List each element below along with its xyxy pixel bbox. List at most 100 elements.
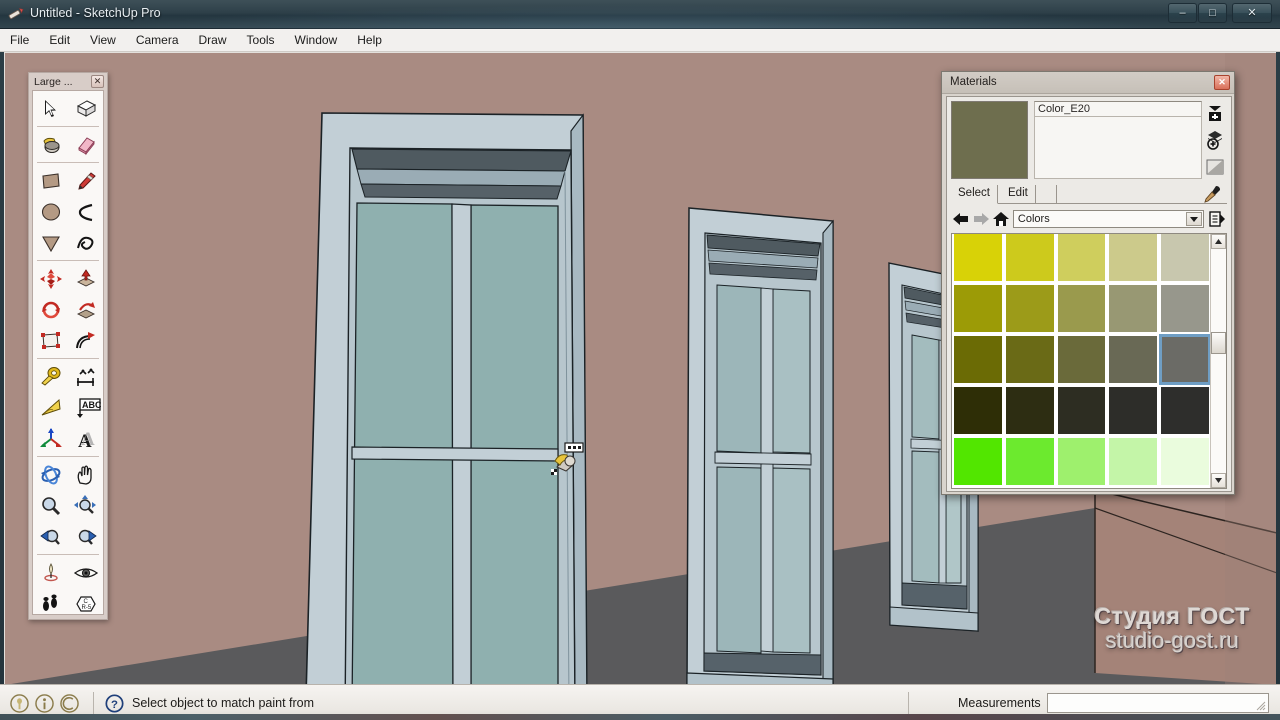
material-swatch[interactable]	[952, 385, 1004, 436]
next-view-tool[interactable]	[68, 521, 103, 552]
scale-tool[interactable]	[33, 325, 68, 356]
material-swatch[interactable]	[1055, 385, 1108, 436]
orbit-tool[interactable]	[33, 459, 68, 490]
home-icon[interactable]	[991, 208, 1011, 230]
current-material-swatch[interactable]	[951, 101, 1028, 179]
material-swatch[interactable]	[1003, 436, 1056, 487]
material-swatch[interactable]	[952, 334, 1004, 385]
followme-tool[interactable]	[68, 294, 103, 325]
material-swatch[interactable]	[1003, 487, 1056, 488]
material-swatch[interactable]	[952, 283, 1004, 334]
material-swatch[interactable]	[1107, 385, 1160, 436]
resize-grip-icon[interactable]	[1256, 701, 1266, 711]
help-question-icon[interactable]: ?	[105, 694, 124, 713]
pushpull-tool[interactable]	[68, 263, 103, 294]
eyedropper-icon[interactable]	[1201, 183, 1225, 205]
google-account-icon[interactable]	[10, 694, 29, 713]
paint-bucket-tool[interactable]	[33, 129, 68, 160]
protractor-tool[interactable]	[33, 392, 68, 423]
maximize-button[interactable]: □	[1198, 3, 1227, 23]
freehand-tool[interactable]	[68, 227, 103, 258]
minimize-button[interactable]: –	[1168, 3, 1197, 23]
material-swatch[interactable]	[1159, 234, 1211, 283]
material-swatch[interactable]	[1159, 487, 1211, 488]
material-swatch[interactable]	[1055, 283, 1108, 334]
material-swatch[interactable]	[952, 234, 1004, 283]
menu-window[interactable]: Window	[286, 31, 347, 49]
credits-icon[interactable]	[60, 694, 79, 713]
material-swatch[interactable]	[1055, 234, 1108, 283]
swatch-grid-scrollbar[interactable]	[1210, 234, 1226, 488]
material-swatch[interactable]	[1055, 487, 1108, 488]
arrow-right-icon[interactable]	[971, 208, 991, 230]
material-swatch[interactable]	[1107, 283, 1160, 334]
measurements-input[interactable]	[1047, 693, 1269, 713]
set-to-paint-default-icon[interactable]	[1203, 128, 1227, 152]
menu-draw[interactable]: Draw	[190, 31, 236, 49]
material-swatch[interactable]	[1107, 436, 1160, 487]
scrollbar-thumb[interactable]	[1211, 332, 1226, 354]
material-swatch[interactable]	[1159, 334, 1211, 385]
material-swatch[interactable]	[952, 436, 1004, 487]
line-tool[interactable]	[68, 165, 103, 196]
text-tool[interactable]: ABC	[68, 392, 103, 423]
material-name-input[interactable]: Color_E20	[1034, 101, 1202, 117]
tab-select[interactable]: Select	[951, 185, 998, 204]
menu-tools[interactable]: Tools	[238, 31, 284, 49]
info-icon[interactable]	[35, 694, 54, 713]
material-swatch[interactable]	[1107, 234, 1160, 283]
materials-dialog[interactable]: Materials ✕ Color_E20 Select Edit Colors	[941, 71, 1235, 495]
close-button[interactable]: ✕	[1232, 3, 1272, 23]
move-tool[interactable]	[33, 263, 68, 294]
scroll-up-icon[interactable]	[1211, 234, 1226, 249]
circle-tool[interactable]	[33, 196, 68, 227]
position-camera-tool[interactable]	[33, 557, 68, 588]
material-swatch[interactable]	[1159, 385, 1211, 436]
material-swatch[interactable]	[1003, 385, 1056, 436]
menu-edit[interactable]: Edit	[40, 31, 79, 49]
material-swatch[interactable]	[1159, 436, 1211, 487]
tape-measure-tool[interactable]	[33, 361, 68, 392]
menu-file[interactable]: File	[1, 31, 38, 49]
zoom-extents-tool[interactable]	[68, 490, 103, 521]
menu-view[interactable]: View	[81, 31, 125, 49]
offset-tool[interactable]	[68, 325, 103, 356]
scroll-down-icon[interactable]	[1211, 473, 1226, 488]
display-secondary-selection-icon[interactable]	[1203, 155, 1227, 179]
material-swatch[interactable]	[1003, 234, 1056, 283]
material-swatch[interactable]	[1159, 283, 1211, 334]
material-swatch[interactable]	[1107, 487, 1160, 488]
materials-close-button[interactable]: ✕	[1214, 75, 1230, 90]
menu-help[interactable]: Help	[348, 31, 391, 49]
3d-text-tool[interactable]: A A	[68, 423, 103, 454]
chevron-down-icon[interactable]	[1186, 212, 1203, 226]
polygon-tool[interactable]	[33, 227, 68, 258]
walk-tool[interactable]	[33, 588, 68, 619]
axes-tool[interactable]	[33, 423, 68, 454]
make-component-tool[interactable]	[68, 93, 103, 124]
create-material-icon[interactable]	[1203, 101, 1227, 125]
material-swatch[interactable]	[1003, 334, 1056, 385]
material-swatch[interactable]	[1107, 334, 1160, 385]
section-plane-tool[interactable]: C R-5	[68, 588, 103, 619]
material-swatch[interactable]	[1055, 334, 1108, 385]
arrow-left-icon[interactable]	[951, 208, 971, 230]
material-swatch[interactable]	[1003, 283, 1056, 334]
large-tool-set-palette[interactable]: Large ... ✕ ABC A A C R-5	[28, 72, 108, 620]
toolpalette-close-button[interactable]: ✕	[91, 75, 104, 88]
previous-view-tool[interactable]	[33, 521, 68, 552]
material-swatch[interactable]	[1055, 436, 1108, 487]
zoom-tool[interactable]	[33, 490, 68, 521]
details-flyout-icon[interactable]	[1207, 208, 1227, 230]
material-swatch-grid-container[interactable]	[951, 233, 1227, 489]
dimension-tool[interactable]	[68, 361, 103, 392]
tab-edit[interactable]: Edit	[1001, 185, 1036, 204]
material-swatch[interactable]	[952, 487, 1004, 488]
rectangle-tool[interactable]	[33, 165, 68, 196]
arc-tool[interactable]	[68, 196, 103, 227]
pan-tool[interactable]	[68, 459, 103, 490]
rotate-tool[interactable]	[33, 294, 68, 325]
select-tool[interactable]	[33, 93, 68, 124]
menu-camera[interactable]: Camera	[127, 31, 188, 49]
look-around-tool[interactable]	[68, 557, 103, 588]
